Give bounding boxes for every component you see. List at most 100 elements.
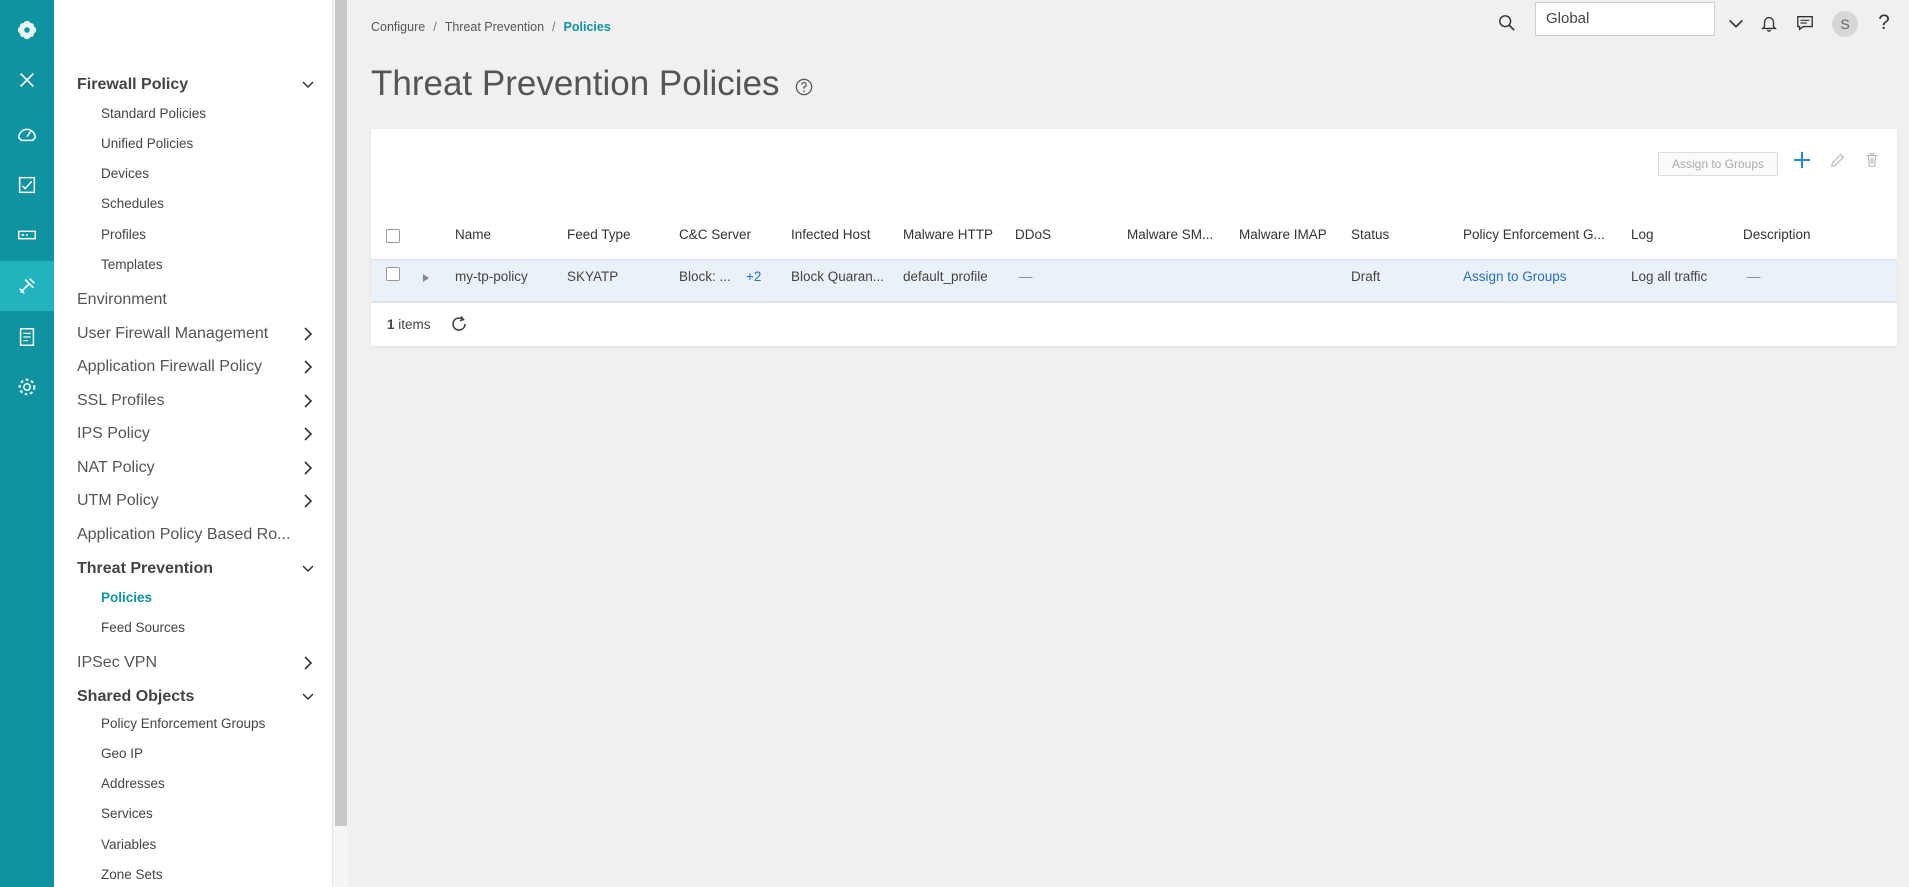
chevron-right-icon[interactable] bbox=[300, 655, 316, 671]
bell-icon[interactable] bbox=[1758, 12, 1780, 34]
cell-name: my-tp-policy bbox=[455, 269, 528, 284]
nav-section-utm-policy[interactable]: UTM Policy bbox=[77, 492, 159, 510]
nav-item-standard-policies[interactable]: Standard Policies bbox=[101, 106, 206, 121]
cell-assign-to-groups-link[interactable]: Assign to Groups bbox=[1463, 269, 1567, 284]
edit-icon[interactable] bbox=[1827, 149, 1849, 171]
column-header-malware-imap[interactable]: Malware IMAP bbox=[1239, 227, 1327, 242]
breadcrumb: Configure / Threat Prevention / Policies bbox=[371, 20, 611, 34]
column-header-feed-type[interactable]: Feed Type bbox=[567, 227, 631, 242]
column-header-malware-http[interactable]: Malware HTTP bbox=[903, 227, 993, 242]
chevron-right-icon[interactable] bbox=[300, 493, 316, 509]
nav-section-firewall-policy[interactable]: Firewall Policy bbox=[77, 76, 188, 94]
cell-malware-http: default_profile bbox=[903, 269, 988, 284]
column-header-malware-smtp[interactable]: Malware SM... bbox=[1127, 227, 1213, 242]
nav-item-geo-ip[interactable]: Geo IP bbox=[101, 746, 143, 761]
breadcrumb-configure[interactable]: Configure bbox=[371, 20, 425, 34]
cell-ddos: — bbox=[1019, 269, 1033, 284]
select-all-checkbox[interactable] bbox=[386, 229, 400, 243]
item-count-value: 1 bbox=[387, 317, 395, 332]
nav-item-addresses[interactable]: Addresses bbox=[101, 776, 165, 791]
nav-section-ssl-profiles[interactable]: SSL Profiles bbox=[77, 392, 164, 410]
breadcrumb-threat-prevention[interactable]: Threat Prevention bbox=[445, 20, 544, 34]
settings-gear-icon[interactable] bbox=[0, 362, 54, 412]
column-header-description[interactable]: Description bbox=[1743, 227, 1811, 242]
navigation-panel: Firewall Policy Standard Policies Unifie… bbox=[54, 0, 332, 887]
breadcrumb-current: Policies bbox=[563, 20, 611, 34]
chevron-down-icon[interactable] bbox=[1725, 13, 1747, 35]
avatar[interactable]: S bbox=[1832, 11, 1858, 37]
cell-status: Draft bbox=[1351, 269, 1381, 284]
item-count: 1 items bbox=[387, 317, 431, 332]
cell-feed-type: SKYATP bbox=[567, 269, 619, 284]
page-title: Threat Prevention Policies bbox=[371, 64, 780, 103]
nav-item-unified-policies[interactable]: Unified Policies bbox=[101, 136, 193, 151]
nav-section-application-firewall-policy[interactable]: Application Firewall Policy bbox=[77, 358, 262, 376]
add-icon[interactable] bbox=[1791, 149, 1813, 171]
nav-section-ips-policy[interactable]: IPS Policy bbox=[77, 425, 150, 443]
chevron-right-icon[interactable] bbox=[300, 326, 316, 342]
nav-item-services[interactable]: Services bbox=[101, 806, 153, 821]
cell-description: — bbox=[1747, 269, 1761, 284]
dashboard-gauge-icon[interactable] bbox=[0, 109, 54, 159]
chevron-down-icon[interactable] bbox=[300, 689, 316, 705]
cell-infected-host: Block Quaran... bbox=[791, 269, 885, 284]
logo-flower-icon[interactable] bbox=[0, 5, 54, 55]
refresh-icon[interactable] bbox=[449, 314, 469, 334]
search-icon[interactable] bbox=[1496, 12, 1518, 34]
nav-section-nat-policy[interactable]: NAT Policy bbox=[77, 459, 155, 477]
chevron-right-icon[interactable] bbox=[300, 393, 316, 409]
column-header-policy-enforcement[interactable]: Policy Enforcement G... bbox=[1463, 227, 1605, 242]
column-header-name[interactable]: Name bbox=[455, 227, 491, 242]
breadcrumb-separator: / bbox=[552, 20, 556, 34]
cell-cc-server-more[interactable]: +2 bbox=[746, 269, 761, 284]
nav-section-ipsec-vpn[interactable]: IPSec VPN bbox=[77, 654, 157, 672]
nav-item-variables[interactable]: Variables bbox=[101, 837, 156, 852]
column-header-log[interactable]: Log bbox=[1631, 227, 1654, 242]
chat-icon[interactable] bbox=[1794, 12, 1816, 34]
row-checkbox[interactable] bbox=[386, 267, 400, 281]
nav-section-shared-objects[interactable]: Shared Objects bbox=[77, 688, 194, 706]
nav-scrollbar-thumb[interactable] bbox=[335, 0, 347, 826]
item-count-label: items bbox=[398, 317, 431, 332]
help-icon[interactable]: ? bbox=[1873, 11, 1895, 34]
expand-row-icon[interactable] bbox=[422, 273, 430, 283]
nav-item-templates[interactable]: Templates bbox=[101, 257, 163, 272]
column-header-infected-host[interactable]: Infected Host bbox=[791, 227, 871, 242]
chevron-right-icon[interactable] bbox=[300, 426, 316, 442]
chevron-right-icon[interactable] bbox=[300, 460, 316, 476]
policies-grid: Assign to Groups Name Feed Type C&C Serv… bbox=[371, 129, 1897, 346]
help-circle-icon[interactable] bbox=[795, 78, 813, 96]
nav-scrollbar[interactable] bbox=[332, 0, 348, 887]
column-header-cc-server[interactable]: C&C Server bbox=[679, 227, 751, 242]
nav-item-policies[interactable]: Policies bbox=[101, 590, 152, 605]
app-root: Firewall Policy Standard Policies Unifie… bbox=[0, 0, 1909, 887]
nav-item-profiles[interactable]: Profiles bbox=[101, 227, 146, 242]
cell-log: Log all traffic bbox=[1631, 269, 1708, 284]
column-header-status[interactable]: Status bbox=[1351, 227, 1389, 242]
grid-footer-divider bbox=[371, 302, 1897, 303]
nav-item-schedules[interactable]: Schedules bbox=[101, 196, 164, 211]
nav-item-policy-enforcement-groups[interactable]: Policy Enforcement Groups bbox=[101, 716, 265, 731]
nav-item-zone-sets[interactable]: Zone Sets bbox=[101, 867, 163, 882]
domain-select[interactable]: Global bbox=[1535, 2, 1715, 36]
breadcrumb-separator: / bbox=[433, 20, 437, 34]
devices-icon[interactable] bbox=[0, 210, 54, 260]
configure-tools-icon[interactable] bbox=[0, 261, 54, 311]
nav-item-feed-sources[interactable]: Feed Sources bbox=[101, 620, 185, 635]
assign-to-groups-button[interactable]: Assign to Groups bbox=[1658, 152, 1778, 176]
monitor-chart-icon[interactable] bbox=[0, 160, 54, 210]
reports-icon[interactable] bbox=[0, 312, 54, 362]
chevron-down-icon[interactable] bbox=[300, 77, 316, 93]
cell-cc-server: Block: ... bbox=[679, 269, 731, 284]
nav-section-environment[interactable]: Environment bbox=[77, 291, 167, 309]
nav-section-threat-prevention[interactable]: Threat Prevention bbox=[77, 560, 213, 578]
column-header-ddos[interactable]: DDoS bbox=[1015, 227, 1051, 242]
chevron-right-icon[interactable] bbox=[300, 359, 316, 375]
nav-section-user-firewall-management[interactable]: User Firewall Management bbox=[77, 325, 268, 343]
chevron-down-icon[interactable] bbox=[300, 561, 316, 577]
nav-item-devices[interactable]: Devices bbox=[101, 166, 149, 181]
icon-rail bbox=[0, 0, 54, 887]
nav-section-application-policy-based-routing[interactable]: Application Policy Based Ro... bbox=[77, 526, 290, 544]
delete-icon[interactable] bbox=[1861, 149, 1883, 171]
close-icon[interactable] bbox=[0, 55, 54, 105]
